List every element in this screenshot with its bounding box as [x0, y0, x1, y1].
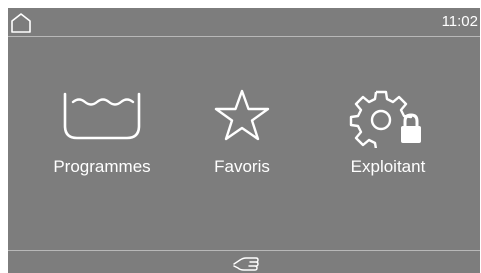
bottom-bar	[8, 250, 480, 273]
wash-tub-icon	[63, 92, 141, 140]
gear-lock-icon	[349, 90, 421, 148]
tile-label-favoris: Favoris	[214, 157, 270, 176]
hand-icon	[233, 257, 259, 271]
tile-programmes[interactable]: Programmes	[32, 88, 172, 188]
home-button[interactable]	[10, 12, 32, 34]
display-screen: 11:02 Programmes Favoris Exploitant	[8, 8, 480, 273]
top-bar: 11:02	[8, 8, 480, 37]
clock-time: 11:02	[441, 13, 478, 30]
star-icon	[214, 89, 270, 141]
tile-label-programmes: Programmes	[53, 157, 151, 176]
home-icon	[11, 13, 31, 33]
hand-button[interactable]	[232, 254, 260, 272]
tile-exploitant[interactable]: Exploitant	[318, 88, 458, 188]
tile-label-exploitant: Exploitant	[350, 157, 426, 176]
tile-favoris[interactable]: Favoris	[172, 88, 312, 188]
